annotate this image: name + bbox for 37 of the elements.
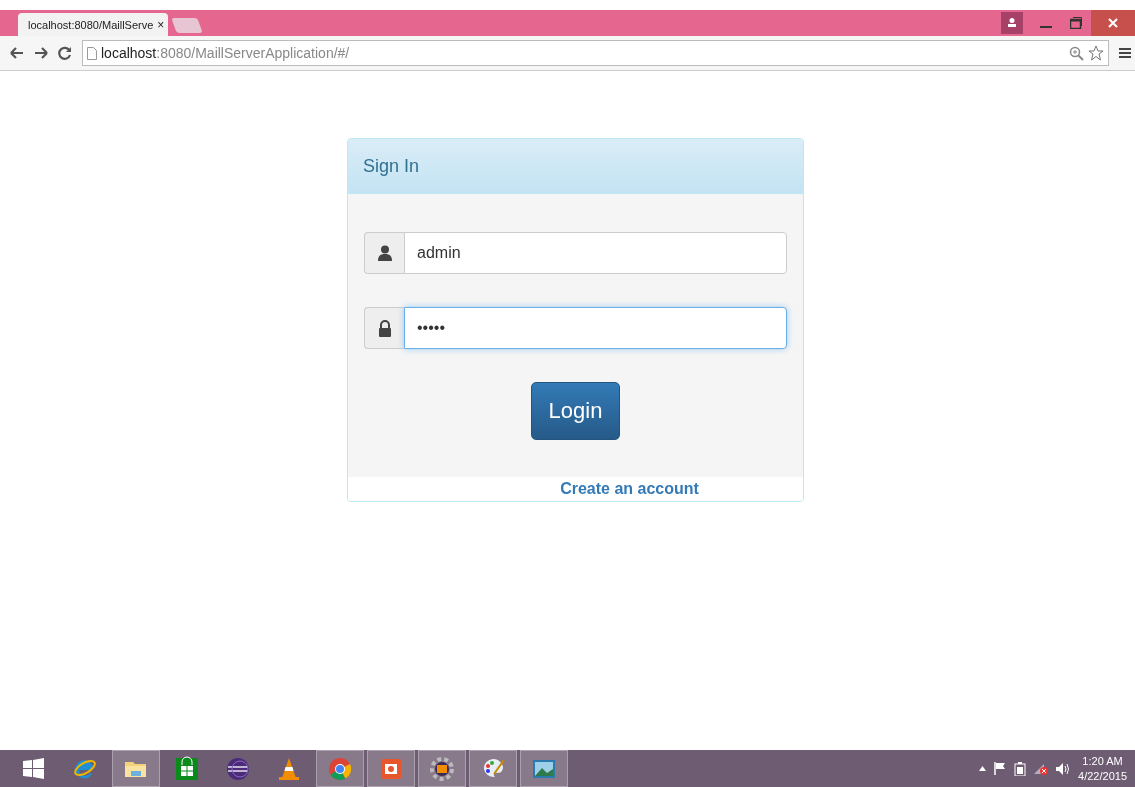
up-caret-icon[interactable] — [979, 766, 987, 771]
tab-title: localhost:8080/MaillServe — [28, 18, 154, 31]
login-button[interactable]: Login — [530, 382, 621, 440]
input-field[interactable]: admin — [404, 232, 787, 274]
close-icon[interactable] — [1108, 18, 1118, 28]
taskbar-button[interactable] — [367, 750, 415, 787]
clock-time: 1:20 AM — [1082, 755, 1123, 767]
user-icon[interactable] — [1007, 17, 1017, 29]
star-icon[interactable] — [1088, 45, 1104, 61]
taskbar-button[interactable] — [469, 750, 517, 787]
page-icon — [87, 46, 97, 60]
network-error-icon[interactable] — [1034, 762, 1049, 775]
input-field[interactable]: ••••• — [404, 307, 787, 349]
shopping-bag-icon — [174, 755, 200, 782]
speaker-icon[interactable] — [1056, 762, 1071, 775]
forward-icon[interactable] — [34, 47, 48, 59]
battery-icon[interactable] — [1014, 761, 1027, 776]
taskbar-button[interactable] — [112, 750, 160, 787]
taskbar-button[interactable] — [418, 750, 466, 787]
zoom-icon[interactable] — [1069, 45, 1084, 61]
gear-icon — [429, 755, 455, 782]
address-field[interactable]: localhost:8080/MaillServerApplication/#/ — [82, 40, 1109, 66]
user-icon — [376, 244, 393, 262]
lock-icon — [376, 319, 393, 337]
clock-date: 4/22/2015 — [1078, 770, 1127, 782]
menu-icon[interactable] — [1119, 47, 1131, 59]
chrome-icon — [327, 755, 353, 782]
maximize-icon[interactable] — [1070, 17, 1082, 29]
back-icon[interactable] — [10, 47, 24, 59]
windows-logo-icon — [21, 755, 47, 782]
panel-title: Sign In — [363, 155, 420, 177]
browser-tab[interactable]: localhost:8080/MaillServe × — [18, 13, 168, 36]
striped-sphere-icon — [225, 755, 251, 782]
flag-icon[interactable] — [994, 762, 1007, 775]
taskbar-button[interactable] — [520, 750, 568, 787]
tab-close-button[interactable]: × — [157, 17, 165, 32]
reload-icon[interactable] — [58, 46, 72, 60]
